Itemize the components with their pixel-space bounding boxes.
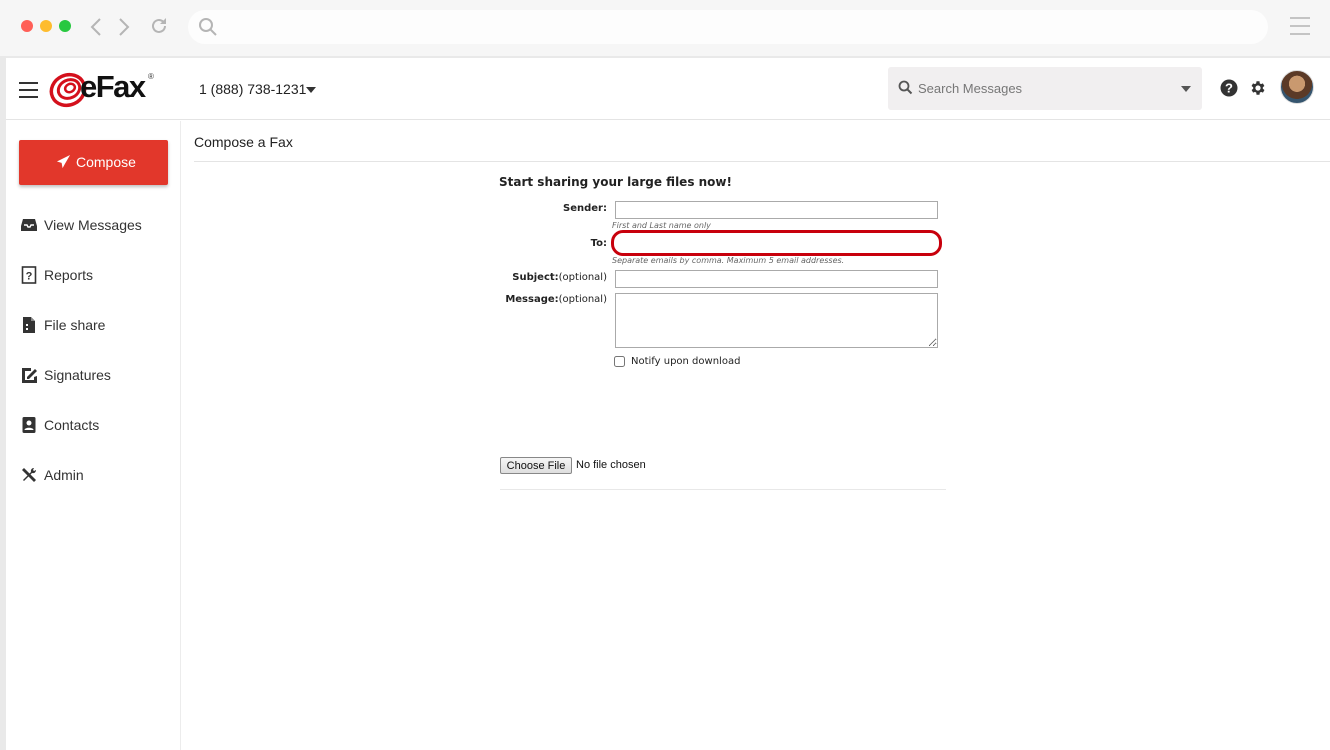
compose-label: Compose (76, 154, 136, 170)
phone-number[interactable]: 1 (888) 738-1231 (199, 81, 306, 97)
sender-label: Sender: (563, 203, 607, 214)
sidebar-item-contacts[interactable]: Contacts (20, 413, 170, 437)
subject-label: Subject:(optional) (512, 272, 607, 283)
page-title: Compose a Fax (194, 134, 293, 150)
efax-logo[interactable]: eFax ® (48, 65, 160, 111)
sidebar-item-admin[interactable]: Admin (20, 463, 170, 487)
zoom-window-button[interactable] (59, 20, 71, 32)
browser-menu-icon[interactable] (1290, 17, 1310, 41)
inbox-icon (21, 219, 37, 231)
sidebar-item-file-share[interactable]: File share (20, 313, 170, 337)
file-icon (23, 317, 35, 333)
sidebar-item-label: Reports (44, 267, 94, 283)
sidebar-item-label: Admin (44, 467, 84, 483)
app-window: eFax ® 1 (888) 738-1231 ? Compose (6, 58, 1330, 750)
form-heading: Start sharing your large files now! (499, 175, 732, 189)
subject-field[interactable] (615, 270, 938, 288)
address-bar[interactable] (188, 10, 1268, 44)
sender-hint: First and Last name only (612, 221, 711, 230)
search-icon (199, 18, 217, 36)
search-filter-dropdown-icon[interactable] (1181, 86, 1191, 92)
chevron-right-icon[interactable] (118, 17, 130, 37)
question-circle-icon[interactable]: ? (1220, 79, 1238, 97)
sidebar-item-reports[interactable]: ? Reports (20, 263, 170, 287)
divider (194, 161, 1330, 162)
gear-icon[interactable] (1249, 79, 1267, 97)
sender-field[interactable] (615, 201, 938, 219)
hamburger-menu-icon[interactable] (19, 82, 38, 103)
chevron-left-icon[interactable] (90, 17, 102, 37)
sidebar-item-label: File share (44, 317, 106, 333)
search-input[interactable] (918, 75, 1168, 102)
close-window-button[interactable] (21, 20, 33, 32)
sidebar: Compose View Messages ? Reports File sha… (6, 121, 181, 750)
sidebar-item-label: Contacts (44, 417, 100, 433)
paper-plane-icon (56, 154, 71, 169)
svg-text:?: ? (26, 271, 33, 283)
report-icon: ? (21, 266, 37, 284)
chevron-down-icon[interactable] (306, 87, 316, 93)
registered-mark: ® (148, 72, 154, 81)
notify-label: Notify upon download (631, 356, 741, 367)
notify-checkbox[interactable] (614, 356, 625, 367)
svg-text:?: ? (1225, 81, 1233, 96)
sidebar-item-signatures[interactable]: Signatures (20, 363, 170, 387)
message-field[interactable] (615, 293, 938, 348)
to-label: To: (590, 238, 607, 249)
compose-button[interactable]: Compose (19, 140, 168, 185)
contacts-icon (22, 417, 36, 433)
file-status: No file chosen (576, 459, 646, 471)
to-field-highlight (611, 230, 942, 256)
choose-file-button[interactable]: Choose File (500, 457, 572, 474)
sidebar-item-label: Signatures (44, 367, 111, 383)
divider (500, 489, 946, 490)
app-header: eFax ® 1 (888) 738-1231 ? (6, 58, 1330, 120)
sidebar-item-view-messages[interactable]: View Messages (20, 213, 170, 237)
to-hint: Separate emails by comma. Maximum 5 emai… (612, 256, 845, 265)
tools-icon (22, 467, 37, 482)
minimize-window-button[interactable] (40, 20, 52, 32)
search-icon (898, 80, 913, 95)
signature-icon (22, 368, 37, 383)
message-label: Message:(optional) (505, 294, 607, 305)
search-messages-box[interactable] (888, 67, 1202, 110)
browser-toolbar (0, 0, 1330, 56)
sidebar-item-label: View Messages (44, 217, 142, 233)
logo-text: eFax (80, 69, 146, 104)
reload-icon[interactable] (149, 16, 169, 36)
main-content: Compose a Fax Start sharing your large f… (182, 121, 1330, 750)
avatar[interactable] (1280, 70, 1314, 104)
